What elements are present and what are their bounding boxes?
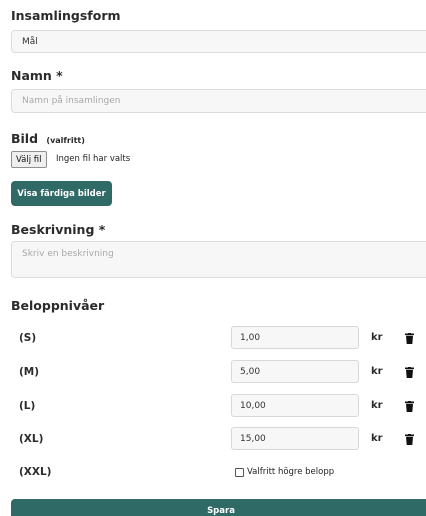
collection-form-label: Insamlingsform — [11, 8, 121, 23]
collection-form-value: Mål — [22, 36, 38, 47]
amount-levels-label: Beloppnivåer — [11, 298, 105, 313]
optional-higher-amount-label: Valfritt högre belopp — [247, 467, 335, 477]
level-label-xxl: (XXL) — [19, 466, 52, 478]
optional-higher-amount-row[interactable]: Valfritt högre belopp — [235, 467, 334, 477]
level-label-l: (L) — [19, 400, 36, 412]
trash-icon[interactable] — [405, 333, 414, 344]
amount-input-m[interactable]: 5,00 — [231, 360, 359, 383]
save-button[interactable]: Spara — [11, 499, 426, 516]
amount-input-s[interactable]: 1,00 — [231, 326, 359, 349]
description-placeholder: Skriv en beskrivning — [22, 249, 114, 259]
image-label-row: Bild (valfritt) — [11, 131, 85, 146]
amount-input-xl[interactable]: 15,00 — [231, 427, 359, 450]
trash-icon[interactable] — [405, 367, 414, 378]
amount-input-l[interactable]: 10,00 — [231, 394, 359, 417]
description-textarea[interactable]: Skriv en beskrivning — [11, 241, 426, 278]
image-label: Bild — [11, 131, 39, 146]
trash-icon[interactable] — [405, 434, 414, 445]
optional-higher-amount-checkbox[interactable] — [235, 467, 244, 477]
show-images-button[interactable]: Visa färdiga bilder — [11, 181, 112, 206]
description-label: Beskrivning * — [11, 222, 106, 237]
level-label-s: (S) — [19, 332, 37, 344]
name-input[interactable]: Namn på insamlingen — [11, 89, 426, 113]
collection-form-select[interactable]: Mål — [11, 30, 426, 53]
currency-label: kr — [371, 400, 383, 411]
file-status-text: Ingen fil har valts — [56, 154, 131, 164]
image-optional-label: (valfritt) — [46, 136, 85, 145]
currency-label: kr — [371, 366, 383, 377]
trash-icon[interactable] — [405, 401, 414, 412]
currency-label: kr — [371, 433, 383, 444]
name-placeholder: Namn på insamlingen — [22, 96, 121, 106]
choose-file-button[interactable]: Välj fil — [11, 151, 47, 168]
name-label: Namn * — [11, 68, 63, 83]
currency-label: kr — [371, 332, 383, 343]
level-label-m: (M) — [19, 366, 40, 378]
level-label-xl: (XL) — [19, 433, 44, 445]
